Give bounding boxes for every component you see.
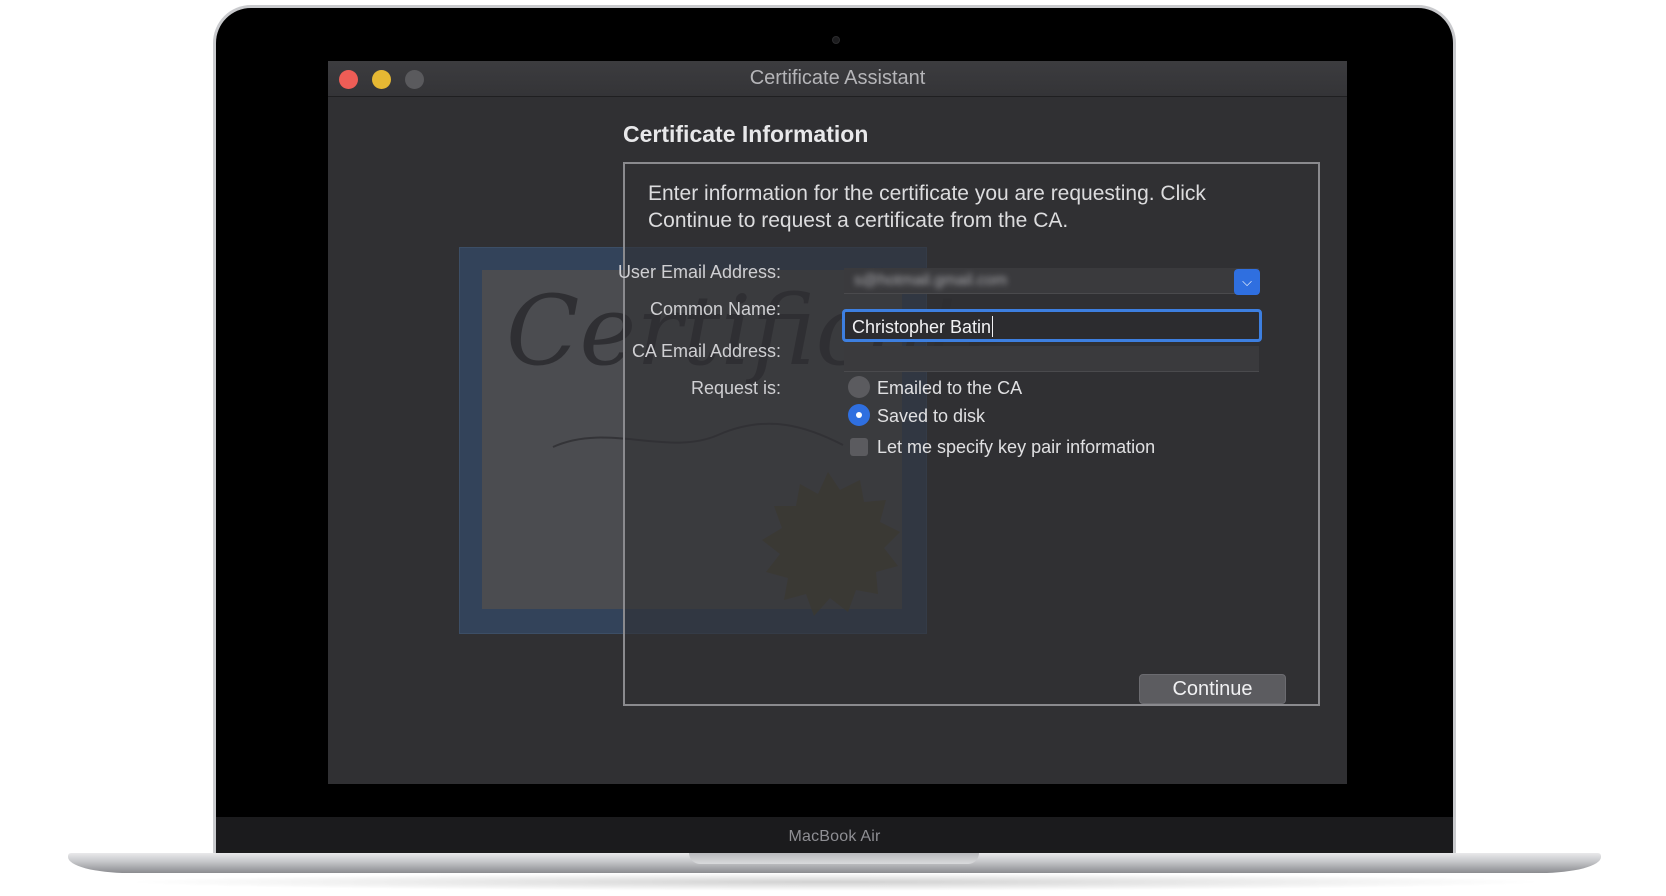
laptop-notch bbox=[689, 853, 979, 864]
title-bar: Certificate Assistant bbox=[328, 61, 1347, 97]
user-email-dropdown-button[interactable]: ⌵ bbox=[1234, 269, 1260, 295]
radio-saved-to-disk[interactable] bbox=[848, 404, 870, 426]
window-title: Certificate Assistant bbox=[749, 67, 926, 89]
page-title: Certificate Information bbox=[623, 121, 869, 147]
intro-text: Enter information for the certificate yo… bbox=[648, 182, 1206, 232]
continue-button[interactable]: Continue bbox=[1139, 674, 1286, 704]
user-email-field[interactable]: s@hotmail.gmail.com bbox=[844, 268, 1259, 294]
common-name-label: Common Name: bbox=[649, 299, 781, 319]
common-name-field[interactable]: Christopher Batin bbox=[842, 309, 1262, 342]
ca-email-field[interactable] bbox=[844, 346, 1259, 372]
request-is-label: Request is: bbox=[690, 378, 781, 398]
user-email-label: User Email Address: bbox=[617, 262, 781, 282]
certificate-assistant-window: Certificate Assistant Certificate Certif… bbox=[328, 61, 1347, 784]
key-pair-label[interactable]: Let me specify key pair information bbox=[877, 437, 1155, 458]
info-panel bbox=[623, 162, 1320, 706]
chevron-down-icon: ⌵ bbox=[1242, 274, 1252, 289]
device-brand-label: MacBook Air bbox=[788, 828, 881, 845]
camera-icon bbox=[832, 36, 840, 44]
option-emailed-to-ca-label[interactable]: Emailed to the CA bbox=[877, 378, 1022, 399]
radio-emailed-to-ca[interactable] bbox=[848, 376, 870, 398]
laptop-shadow bbox=[120, 873, 1550, 891]
user-email-value: s@hotmail.gmail.com bbox=[854, 272, 1008, 289]
option-saved-to-disk-label[interactable]: Saved to disk bbox=[877, 406, 985, 427]
key-pair-checkbox[interactable] bbox=[850, 438, 868, 456]
ca-email-label: CA Email Address: bbox=[631, 341, 781, 361]
common-name-value: Christopher Batin bbox=[852, 317, 992, 337]
text-caret bbox=[992, 316, 994, 337]
